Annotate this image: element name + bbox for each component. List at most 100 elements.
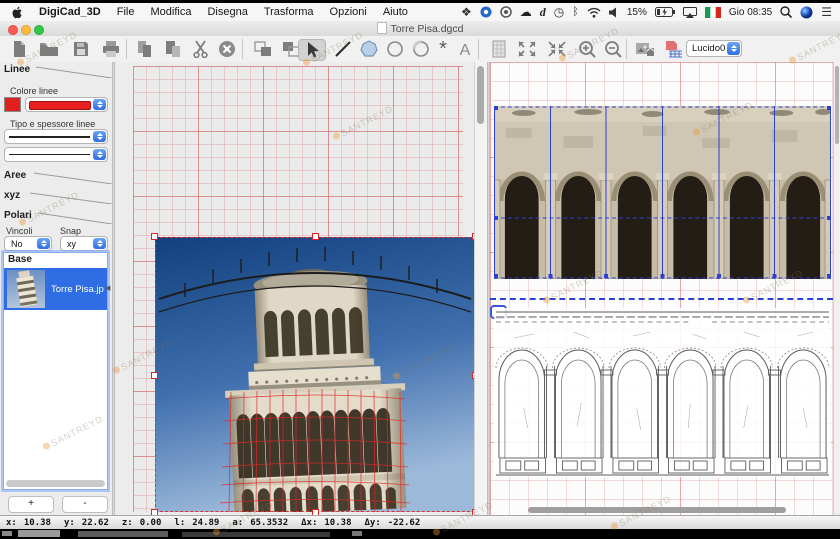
print-button[interactable] xyxy=(98,39,124,59)
line-color-swatch[interactable] xyxy=(4,97,21,112)
coord-dx: Δx:10.38 xyxy=(301,518,351,528)
add-item-button[interactable]: + xyxy=(8,496,54,513)
zoom-selection-button[interactable] xyxy=(544,39,570,59)
wifi-icon[interactable] xyxy=(587,5,601,19)
line-type-select[interactable] xyxy=(4,129,108,144)
right-panel-vertical-scrollbar-thumb[interactable] xyxy=(835,66,839,144)
tower-photo xyxy=(155,237,475,512)
toolbar: * A Lucido0 xyxy=(0,36,840,63)
coord-z: z:0.00 xyxy=(122,518,162,528)
bring-to-front-button[interactable] xyxy=(250,39,276,59)
notification-center-icon[interactable]: ☰ xyxy=(821,5,832,19)
battery-icon[interactable] xyxy=(655,5,675,19)
copy-button[interactable] xyxy=(160,39,186,59)
vincoli-select[interactable]: No xyxy=(4,236,52,251)
select-arrow-button[interactable] xyxy=(298,39,326,61)
app-menu[interactable]: DigiCad_3D xyxy=(39,6,101,18)
rectify-photo-button[interactable] xyxy=(632,39,658,59)
vector-drawing[interactable] xyxy=(494,308,831,477)
rectified-photo-strip[interactable] xyxy=(494,106,831,279)
time-machine-icon[interactable]: ◷ xyxy=(554,5,564,19)
line-color-select[interactable] xyxy=(25,97,108,112)
menu-opzioni[interactable]: Opzioni xyxy=(330,6,367,18)
title-bar: Torre Pisa.dgcd xyxy=(0,21,840,37)
paste-button[interactable] xyxy=(132,39,158,59)
section-aree[interactable]: Aree xyxy=(4,170,26,181)
menu-clock[interactable]: Gio 08:35 xyxy=(729,7,772,18)
menu-file[interactable]: File xyxy=(117,6,135,18)
delete-button[interactable] xyxy=(214,39,240,59)
menu-trasforma[interactable]: Trasforma xyxy=(264,6,314,18)
selection-handle-nw[interactable] xyxy=(151,233,158,240)
screen-edge-artifact xyxy=(238,0,330,2)
menu-aiuto[interactable]: Aiuto xyxy=(383,6,408,18)
base-list-scrollbar[interactable] xyxy=(6,480,105,487)
app-circle-icon[interactable] xyxy=(480,5,492,19)
right-panel[interactable] xyxy=(490,62,833,515)
vincoli-stepper[interactable] xyxy=(37,238,50,249)
cut-button[interactable] xyxy=(188,39,214,59)
base-list-item-torre-pisa[interactable]: Torre Pisa.jp xyxy=(4,268,107,310)
cloud-icon[interactable]: ☁ xyxy=(520,5,532,19)
base-list: Base Torre Pisa.jp xyxy=(3,252,108,490)
section-xyz[interactable]: xyz xyxy=(4,190,20,201)
text-tool-button[interactable]: A xyxy=(452,39,478,59)
line-width-preview xyxy=(9,154,90,155)
menu-disegna[interactable]: Disegna xyxy=(207,6,247,18)
section-linee[interactable]: Linee xyxy=(4,64,30,75)
tower-photo-object[interactable] xyxy=(155,237,475,512)
menu-bar-status-area: ❖ ☁ d ◷ ᛒ 15% Gio 08:35 ☰ xyxy=(461,5,840,19)
layer-selector-value: Lucido0 xyxy=(692,43,725,54)
polygon-tool-button[interactable] xyxy=(356,39,382,59)
snap-select[interactable]: xy xyxy=(60,236,108,251)
new-document-button[interactable] xyxy=(6,39,32,59)
spotlight-icon[interactable] xyxy=(780,5,792,19)
line-width-stepper[interactable] xyxy=(93,149,106,160)
screen-edge-artifact xyxy=(2,531,12,536)
screen: DigiCad_3D File Modifica Disegna Trasfor… xyxy=(0,0,840,539)
line-color-stepper[interactable] xyxy=(93,99,106,110)
line-width-select[interactable] xyxy=(4,147,108,162)
airplay-icon[interactable] xyxy=(683,5,697,19)
layer-grid-button[interactable] xyxy=(660,39,686,59)
remove-item-button[interactable]: - xyxy=(62,496,108,513)
canvas-vertical-scrollbar-thumb[interactable] xyxy=(477,66,484,124)
zoom-fit-button[interactable] xyxy=(514,39,540,59)
layer-selector-stepper[interactable] xyxy=(727,42,740,55)
section-polari[interactable]: Polari xyxy=(4,210,32,221)
italian-flag-icon[interactable] xyxy=(705,5,721,19)
d-icon[interactable]: d xyxy=(540,5,546,19)
coord-y: y:22.62 xyxy=(64,518,109,528)
circle-tool-button[interactable] xyxy=(382,39,408,59)
zoom-in-button[interactable] xyxy=(574,39,600,59)
sidebar-collapse-arrow[interactable]: ◀ xyxy=(105,284,110,292)
tipo-spessore-label: Tipo e spessore linee xyxy=(10,119,95,129)
bluetooth-icon[interactable]: ᛒ xyxy=(572,5,579,19)
open-folder-button[interactable] xyxy=(36,39,62,59)
line-type-stepper[interactable] xyxy=(93,131,106,142)
zoom-out-button[interactable] xyxy=(600,39,626,59)
apple-menu-icon[interactable] xyxy=(12,5,23,19)
base-item-label: Torre Pisa.jp xyxy=(51,284,104,295)
canvas-sheet-grid[interactable] xyxy=(133,66,463,512)
save-button[interactable] xyxy=(68,39,94,59)
snap-stepper[interactable] xyxy=(93,238,106,249)
screen-edge-artifact xyxy=(462,0,560,2)
canvas-vertical-scrollbar[interactable] xyxy=(474,62,487,515)
dropbox-icon[interactable]: ❖ xyxy=(461,5,472,19)
selection-handle-n[interactable] xyxy=(312,233,319,240)
menu-modifica[interactable]: Modifica xyxy=(150,6,191,18)
right-panel-vertical-scrollbar[interactable] xyxy=(833,62,840,515)
window-title: Torre Pisa.dgcd xyxy=(0,22,840,35)
siri-icon[interactable] xyxy=(800,5,813,19)
selection-handle-w[interactable] xyxy=(151,372,158,379)
right-panel-horizontal-scrollbar-thumb[interactable] xyxy=(528,507,786,513)
page-grid-button[interactable] xyxy=(486,39,512,59)
line-tool-button[interactable] xyxy=(330,39,356,59)
drawing-canvas[interactable] xyxy=(115,62,487,515)
record-icon[interactable] xyxy=(500,5,512,19)
panel-separator-dashed xyxy=(490,298,833,300)
colore-linee-label: Colore linee xyxy=(10,86,58,96)
layer-selector[interactable]: Lucido0 xyxy=(686,40,742,57)
volume-icon[interactable] xyxy=(609,5,619,19)
